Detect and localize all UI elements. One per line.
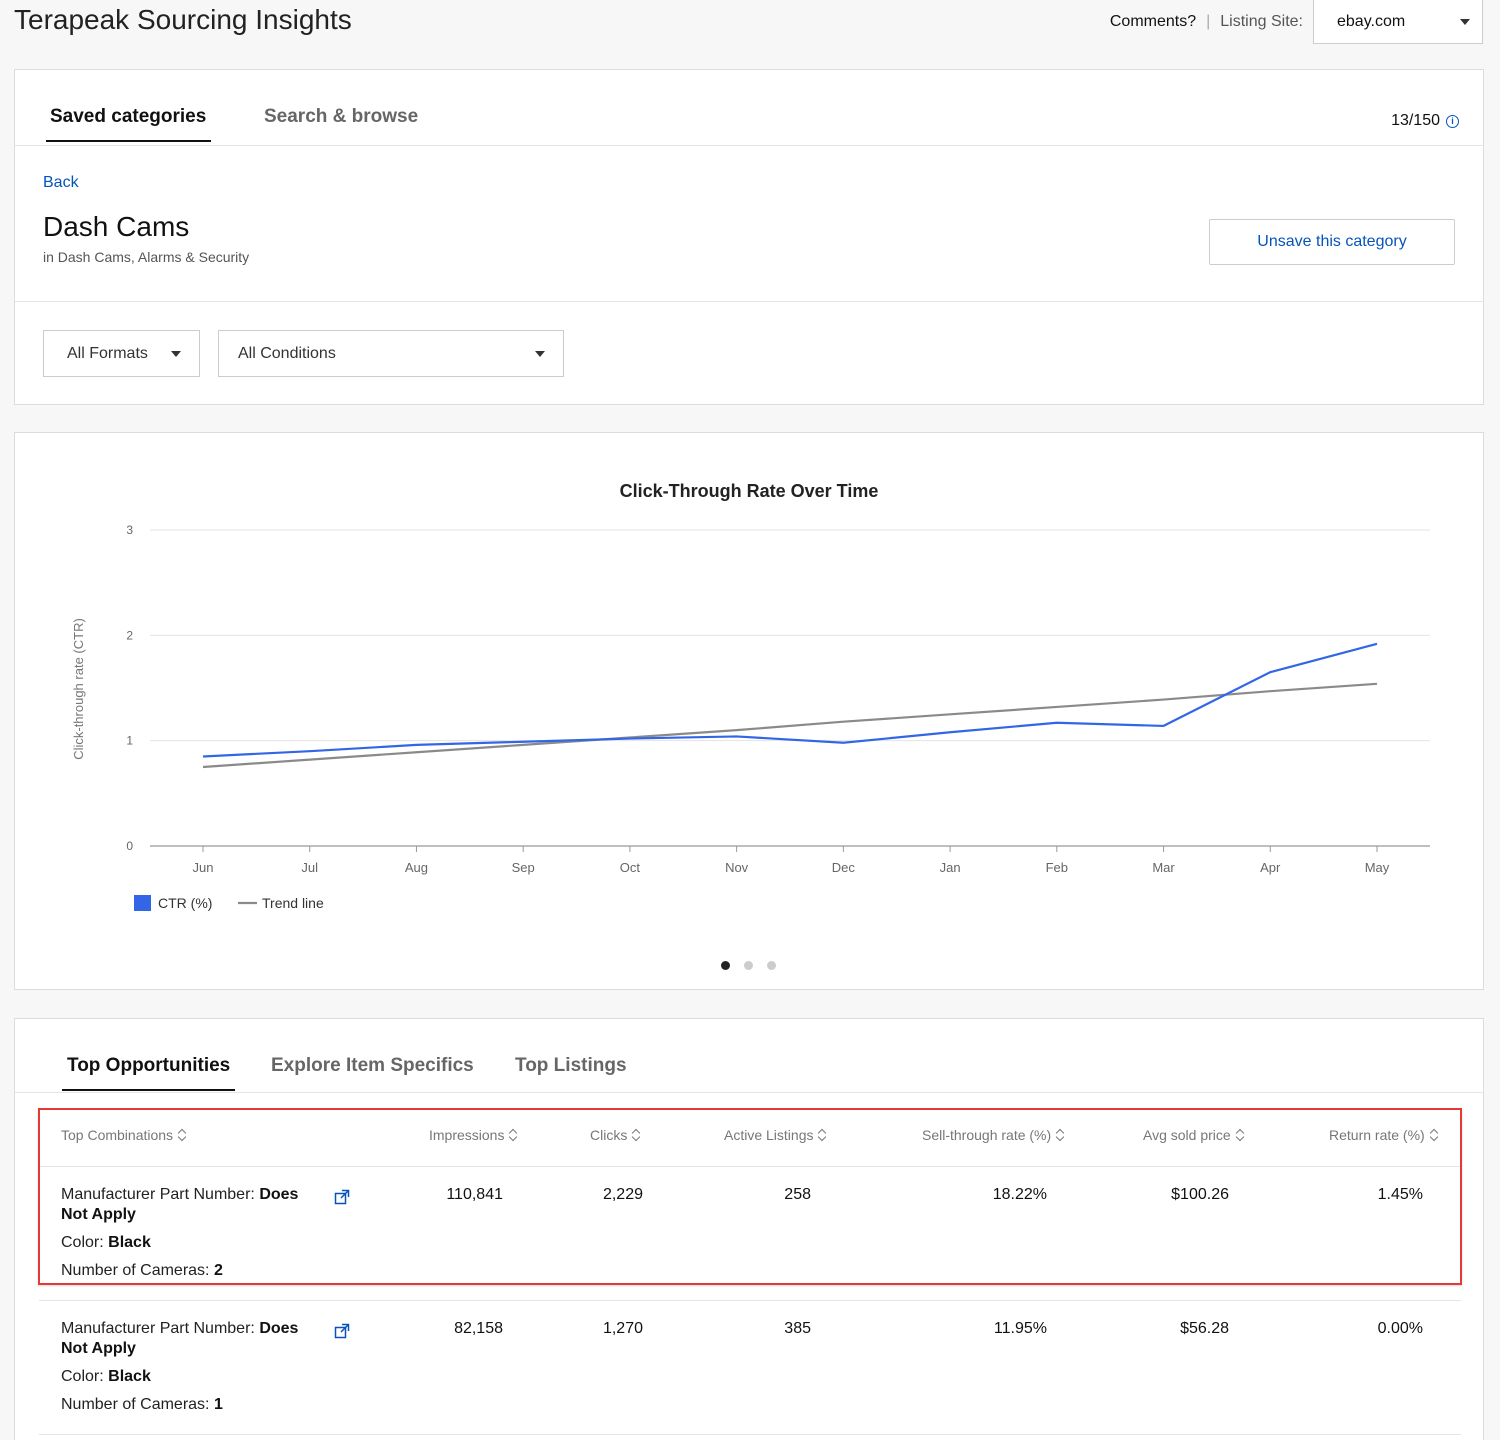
table-row: Manufacturer Part Number: Does Not Apply…	[39, 1301, 1461, 1435]
y-tick-label: 1	[126, 734, 133, 748]
chart-title: Click-Through Rate Over Time	[620, 481, 879, 501]
x-tick-label: Aug	[405, 860, 428, 875]
sell-through-value: 11.95%	[993, 1320, 1047, 1337]
separator: |	[1206, 13, 1211, 30]
active-listings-value: 258	[784, 1186, 811, 1203]
y-tick-label: 2	[126, 628, 133, 642]
x-tick-label: Jan	[940, 860, 961, 875]
listing-site-label: Listing Site:	[1220, 13, 1303, 30]
impressions-value: 110,841	[446, 1186, 503, 1203]
category-tabs: Saved categories Search & browse 13/150 …	[15, 70, 1483, 146]
trend-line	[202, 682, 1378, 769]
external-link-icon[interactable]	[334, 1323, 350, 1339]
sort-icon	[178, 1129, 186, 1141]
carousel-dot[interactable]	[721, 961, 730, 970]
condition-filter-dropdown[interactable]: All Conditions	[218, 330, 564, 377]
legend-label-trend: Trend line	[262, 895, 324, 911]
column-header[interactable]: Return rate (%)	[1329, 1127, 1438, 1143]
clicks-value: 1,270	[602, 1320, 643, 1337]
sort-icon	[632, 1129, 640, 1141]
column-header[interactable]: Impressions	[429, 1127, 517, 1143]
column-header[interactable]: Avg sold price	[1143, 1127, 1244, 1143]
combination-cell: Manufacturer Part Number: Does Not Apply…	[61, 1320, 299, 1413]
x-tick-label: Sep	[512, 860, 535, 875]
carousel-dot[interactable]	[767, 961, 776, 970]
chevron-down-icon	[1460, 18, 1470, 25]
x-tick-label: Apr	[1260, 860, 1281, 875]
info-icon[interactable]: i	[1446, 114, 1459, 128]
column-header[interactable]: Top Combinations	[61, 1127, 186, 1143]
x-tick-label: Jul	[301, 860, 318, 875]
x-tick-label: Oct	[620, 860, 641, 875]
y-tick-label: 0	[126, 839, 133, 853]
column-header[interactable]: Active Listings	[724, 1127, 826, 1143]
legend-swatch-ctr	[134, 895, 151, 911]
carousel-dots	[721, 961, 776, 970]
sort-icon	[509, 1129, 517, 1141]
sell-through-value: 18.22%	[992, 1186, 1047, 1203]
condition-filter-value: All Conditions	[238, 344, 336, 362]
external-link-icon[interactable]	[334, 1189, 350, 1205]
column-header[interactable]: Sell-through rate (%)	[922, 1127, 1064, 1143]
unsave-category-button[interactable]: Unsave this category	[1209, 219, 1455, 265]
combination-cell: Manufacturer Part Number: Does Not Apply…	[61, 1186, 299, 1279]
clicks-value: 2,229	[602, 1186, 643, 1203]
app-title: Terapeak Sourcing Insights	[14, 4, 352, 35]
topbar-right: Comments? | Listing Site: ebay.com	[1110, 0, 1483, 44]
opportunities-table: Top Combinations Impressions Clicks Acti…	[39, 1109, 1461, 1435]
legend-label-ctr: CTR (%)	[158, 895, 212, 911]
y-axis-label: Click-through rate (CTR)	[71, 618, 86, 760]
results-tabs: Top Opportunities Explore Item Specifics…	[15, 1019, 1483, 1093]
sort-icon	[1056, 1129, 1064, 1141]
tab-top-listings[interactable]: Top Listings	[510, 1055, 632, 1089]
tab-top-opportunities[interactable]: Top Opportunities	[62, 1055, 236, 1091]
active-listings-value: 385	[784, 1320, 811, 1337]
format-filter-value: All Formats	[67, 344, 148, 362]
column-header[interactable]: Clicks	[590, 1127, 640, 1143]
tab-saved-categories[interactable]: Saved categories	[46, 106, 212, 142]
chart-panel: 0 1 2 3 Jun Jul Aug Sep Oct Nov Dec Jan Feb Mar Apr May…	[14, 432, 1484, 990]
tab-search-browse[interactable]: Search & browse	[264, 106, 418, 140]
listing-site-select[interactable]: ebay.com	[1313, 0, 1483, 44]
x-tick-label: Feb	[1046, 860, 1068, 875]
ctr-series-line	[202, 642, 1378, 758]
x-tick-label: May	[1365, 860, 1390, 875]
x-tick-label: Mar	[1152, 860, 1175, 875]
chevron-down-icon	[535, 350, 545, 357]
table-header: Top Combinations Impressions Clicks Acti…	[39, 1109, 1461, 1167]
category-title: Dash Cams	[43, 211, 190, 242]
x-tick-label: Dec	[832, 860, 856, 875]
sort-icon	[818, 1129, 826, 1141]
tab-explore-item-specifics[interactable]: Explore Item Specifics	[266, 1055, 479, 1089]
x-tick-label: Nov	[725, 860, 749, 875]
saved-count: 13/150 i	[1391, 112, 1459, 130]
carousel-dot[interactable]	[744, 961, 753, 970]
y-tick-label: 3	[126, 523, 133, 537]
format-filter-dropdown[interactable]: All Formats	[43, 330, 200, 377]
table-row: Manufacturer Part Number: Does Not Apply…	[39, 1167, 1461, 1301]
return-rate-value: 0.00%	[1377, 1320, 1423, 1337]
avg-price-value: $100.26	[1171, 1186, 1229, 1203]
chevron-down-icon	[171, 350, 181, 357]
x-tick-label: Jun	[193, 860, 214, 875]
return-rate-value: 1.45%	[1377, 1186, 1423, 1203]
impressions-value: 82,158	[454, 1320, 503, 1337]
comments-link[interactable]: Comments?	[1110, 13, 1196, 31]
results-panel: Top Opportunities Explore Item Specifics…	[14, 1018, 1484, 1440]
back-link[interactable]: Back	[43, 174, 79, 192]
divider	[15, 301, 1483, 302]
listing-site-value: ebay.com	[1337, 12, 1406, 30]
category-panel: Saved categories Search & browse 13/150 …	[14, 69, 1484, 405]
sort-icon	[1430, 1129, 1438, 1141]
saved-count-value: 13/150	[1391, 112, 1440, 129]
sort-icon	[1236, 1129, 1244, 1141]
avg-price-value: $56.28	[1180, 1320, 1229, 1337]
category-path: in Dash Cams, Alarms & Security	[43, 249, 250, 265]
ctr-line-chart: 0 1 2 3 Jun Jul Aug Sep Oct Nov Dec Jan Feb Mar Apr May…	[71, 481, 1430, 911]
